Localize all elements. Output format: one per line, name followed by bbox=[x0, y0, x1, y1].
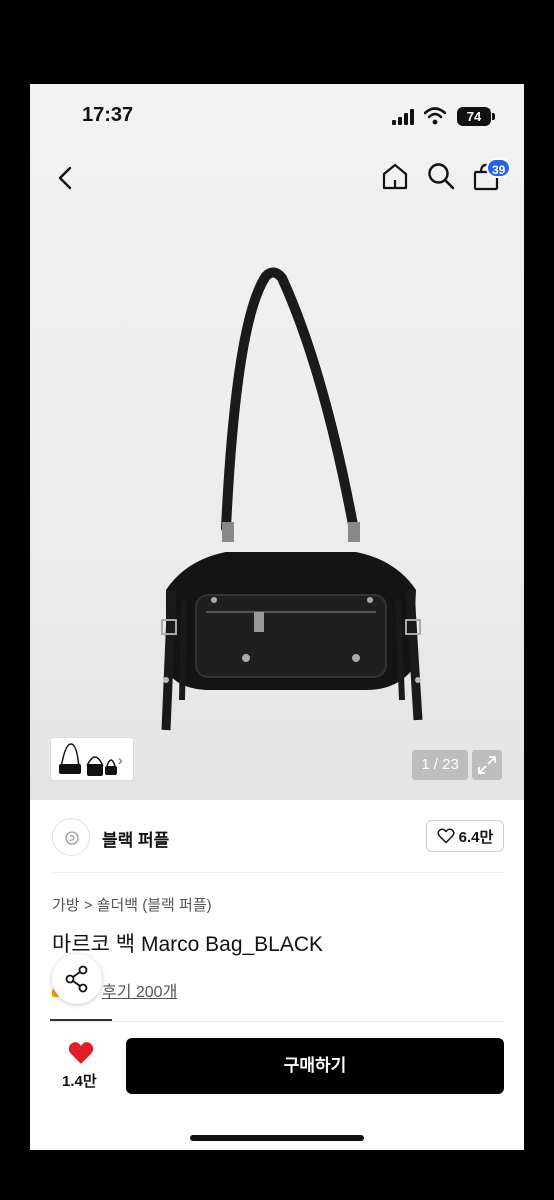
chevron-right-icon[interactable]: › bbox=[118, 752, 123, 768]
divider bbox=[50, 1021, 504, 1022]
home-icon[interactable] bbox=[380, 161, 410, 191]
wifi-icon bbox=[424, 107, 446, 125]
brand-like-count: 6.4만 bbox=[458, 828, 494, 846]
buy-button[interactable]: 구매하기 bbox=[126, 1038, 504, 1094]
cellular-signal-icon bbox=[392, 109, 414, 125]
image-counter: 1 / 23 bbox=[412, 750, 468, 780]
heart-filled-icon[interactable] bbox=[68, 1041, 94, 1065]
heart-outline-icon bbox=[437, 828, 455, 844]
brand-name[interactable]: 블랙 퍼플 bbox=[102, 826, 169, 851]
status-time: 17:37 bbox=[82, 104, 134, 126]
back-arrow-icon[interactable] bbox=[52, 164, 80, 192]
search-icon[interactable] bbox=[426, 161, 456, 191]
cart-count-badge: 39 bbox=[486, 158, 512, 178]
product-image bbox=[161, 267, 423, 731]
breadcrumb[interactable]: 가방 > 숄더백 (블랙 퍼플) bbox=[52, 894, 212, 915]
battery-indicator: 74 bbox=[457, 107, 495, 126]
divider bbox=[50, 872, 504, 873]
share-icon bbox=[65, 965, 88, 993]
brand-logo-mark bbox=[65, 831, 79, 845]
brand-logo[interactable] bbox=[52, 818, 90, 856]
expand-icon[interactable] bbox=[472, 750, 502, 780]
phone-screen: 17:37 74 39 › 1 / 23 블랙 퍼플 6.4만 가방 > 숄더백… bbox=[30, 84, 524, 1150]
home-indicator[interactable] bbox=[190, 1135, 364, 1141]
product-like-count: 1.4만 bbox=[62, 1073, 97, 1090]
brand-like-button[interactable]: 6.4만 bbox=[426, 820, 504, 852]
share-button[interactable] bbox=[52, 954, 102, 1004]
status-bar: 17:37 74 bbox=[30, 84, 524, 148]
reviews-link[interactable]: 후기 200개 bbox=[102, 978, 177, 1002]
